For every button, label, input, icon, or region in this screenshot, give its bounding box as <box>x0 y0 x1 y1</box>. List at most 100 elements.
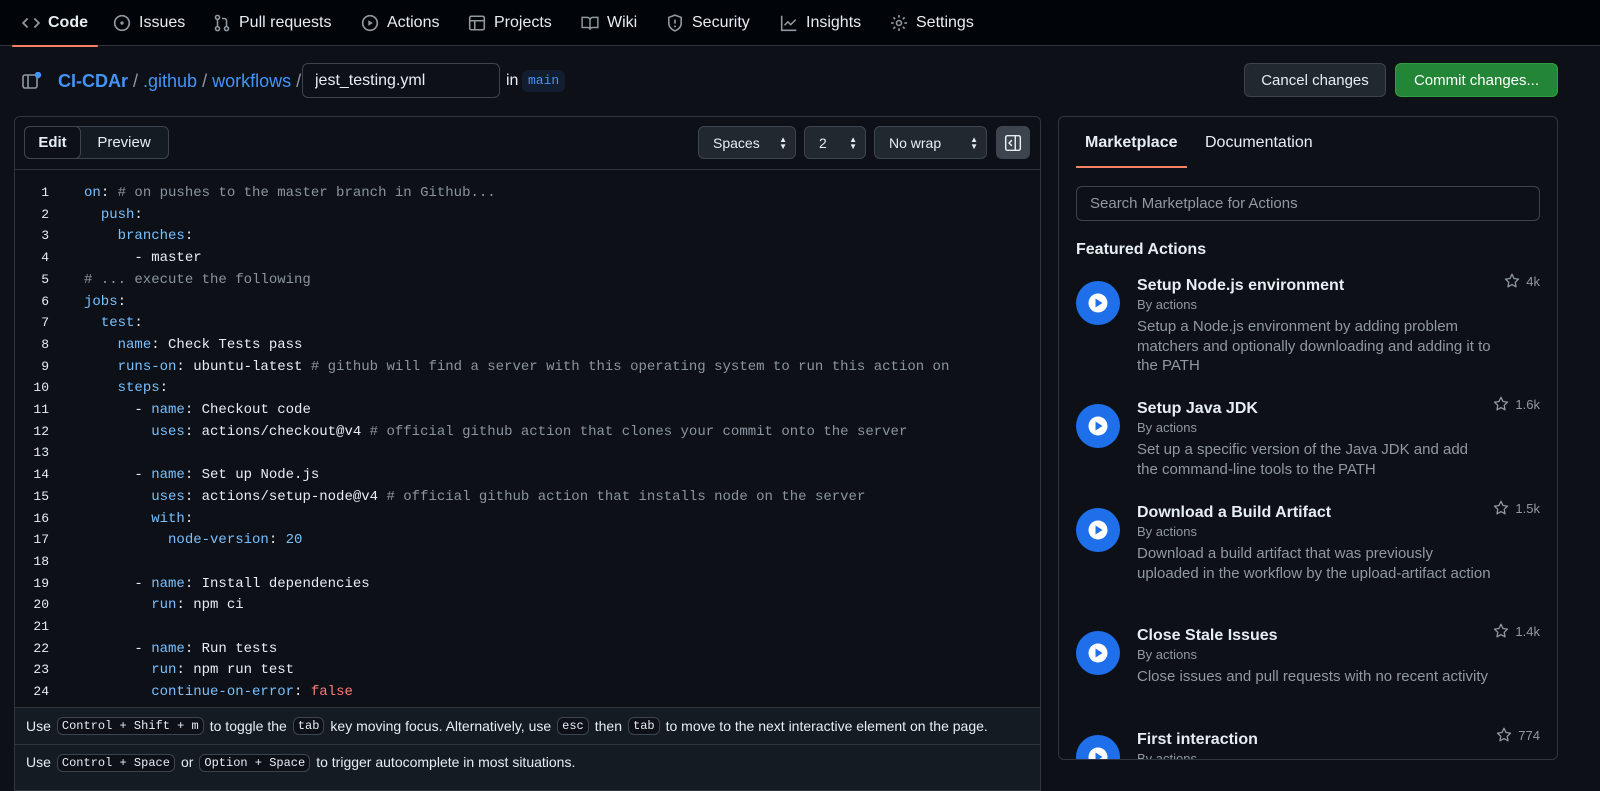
wrap-mode-select[interactable]: No wrap ▲ ▼ <box>874 126 987 159</box>
code-token: : <box>184 510 194 527</box>
code-line: uses: actions/setup-node@v4 # official g… <box>84 489 865 505</box>
tab-marketplace[interactable]: Marketplace <box>1076 134 1186 168</box>
yaml-key: steps <box>117 380 160 397</box>
nav-label: Actions <box>387 14 440 31</box>
nav-settings[interactable]: Settings <box>890 0 974 46</box>
action-author: By actions <box>1137 524 1197 539</box>
line-number: 16 <box>33 510 49 526</box>
action-title[interactable]: Setup Node.js environment <box>1137 277 1344 295</box>
code-token: : Checkout code <box>184 402 311 418</box>
code-token: : npm ci <box>176 597 244 614</box>
nav-label: Wiki <box>607 14 638 31</box>
nav-code[interactable]: Code <box>12 0 98 47</box>
nav-security[interactable]: Security <box>666 0 750 46</box>
action-title[interactable]: First interaction <box>1137 731 1258 749</box>
line-number: 13 <box>33 445 49 461</box>
code-token: - <box>84 575 152 592</box>
code-token: : Install dependencies <box>184 575 370 592</box>
code-line: - name: Install dependencies <box>84 575 370 592</box>
commit-changes-button[interactable]: Commit changes... <box>1395 63 1558 97</box>
line-number: 1 <box>41 185 49 200</box>
code-line: on: # on pushes to the master branch in … <box>84 185 496 201</box>
tab-documentation[interactable]: Documentation <box>1205 134 1313 152</box>
featured-actions-heading: Featured Actions <box>1076 241 1207 258</box>
yaml-key: name <box>151 640 185 657</box>
code-line: test: <box>84 315 143 331</box>
file-path-bar: CI-CDAr / .github / workflows / in main … <box>0 46 1600 116</box>
breadcrumb-github-link[interactable]: .github <box>143 71 197 92</box>
code-line: - master <box>84 250 201 266</box>
breadcrumb-workflows-link[interactable]: workflows <box>212 71 291 92</box>
sidebar-toggle-icon[interactable] <box>22 72 42 90</box>
action-title[interactable]: Setup Java JDK <box>1137 400 1258 418</box>
code-line: - name: Checkout code <box>84 402 311 418</box>
nav-actions[interactable]: Actions <box>361 0 439 46</box>
cancel-changes-button[interactable]: Cancel changes <box>1244 63 1386 97</box>
line-number: 22 <box>33 640 49 656</box>
code-line: runs-on: ubuntu-latest # github will fin… <box>84 358 950 375</box>
filename-input[interactable] <box>302 63 500 98</box>
shield-icon <box>668 14 682 32</box>
branch-badge: main <box>522 70 566 92</box>
code-token: - <box>84 640 152 657</box>
tab-edit[interactable]: Edit <box>24 126 81 159</box>
yaml-key: jobs <box>84 293 118 310</box>
tab-preview[interactable]: Preview <box>80 127 168 158</box>
toggle-sidebar-button[interactable] <box>996 126 1030 159</box>
nav-pull-requests[interactable]: Pull requests <box>213 0 332 46</box>
line-number: 9 <box>41 358 49 374</box>
line-number: 21 <box>33 619 49 634</box>
code-token: : <box>268 532 286 549</box>
action-stars: 1.6k <box>1493 396 1540 412</box>
code-token: - <box>84 467 152 484</box>
code-icon <box>22 17 40 29</box>
indent-mode-select[interactable]: Spaces ▲ ▼ <box>698 126 796 159</box>
code-token: : <box>159 380 169 397</box>
code-editor: Edit Preview Spaces ▲ ▼ 2 ▲ ▼ No wrap ▲ ▼ 1… <box>14 116 1041 791</box>
code-comment: # official github action that installs n… <box>386 488 866 505</box>
code-token: : actions/setup-node@v4 <box>184 488 387 505</box>
yaml-key: name <box>151 575 185 592</box>
nav-label: Insights <box>806 14 862 31</box>
indent-size-select[interactable]: 2 ▲ ▼ <box>804 126 866 159</box>
action-description: Setup a Node.js environment by adding pr… <box>1137 318 1491 374</box>
yaml-key: run <box>151 662 177 679</box>
code-area[interactable]: 1 on: # on pushes to the master branch in… <box>15 171 1040 707</box>
editor-toolbar: Edit Preview Spaces ▲ ▼ 2 ▲ ▼ No wrap ▲ ▼ <box>15 117 1040 170</box>
line-number: 2 <box>41 206 49 222</box>
hint-text: to toggle the <box>209 718 287 734</box>
breadcrumb-repo-link[interactable]: CI-CDAr <box>58 71 128 92</box>
hint-text: Use <box>26 754 51 770</box>
star-icon <box>1494 623 1509 638</box>
hint-text: to trigger autocomplete in most situatio… <box>316 754 576 770</box>
star-count: 1.4k <box>1515 623 1540 639</box>
action-stars: 4k <box>1504 273 1540 289</box>
nav-projects[interactable]: Projects <box>468 0 552 46</box>
action-title[interactable]: Close Stale Issues <box>1137 627 1278 645</box>
nav-wiki[interactable]: Wiki <box>581 0 637 46</box>
code-line: run: npm run test <box>84 662 294 678</box>
line-number: 11 <box>33 402 49 417</box>
nav-issues[interactable]: Issues <box>113 0 185 46</box>
action-description: Set up a specific version of the Java JD… <box>1137 441 1469 478</box>
code-token: : <box>184 228 194 245</box>
marketplace-search-input[interactable] <box>1076 186 1540 221</box>
yaml-key: runs-on <box>117 358 177 375</box>
code-token: : <box>294 684 311 701</box>
action-title[interactable]: Download a Build Artifact <box>1137 504 1331 522</box>
action-author: By actions <box>1137 297 1197 312</box>
nav-insights[interactable]: Insights <box>780 0 861 46</box>
sidebar-expand-icon <box>1004 134 1022 151</box>
breadcrumb-separator: / <box>133 70 139 91</box>
code-token: : actions/checkout@v4 <box>184 423 370 440</box>
line-number: 14 <box>33 467 49 483</box>
select-arrows-icon: ▲ ▼ <box>849 135 857 151</box>
